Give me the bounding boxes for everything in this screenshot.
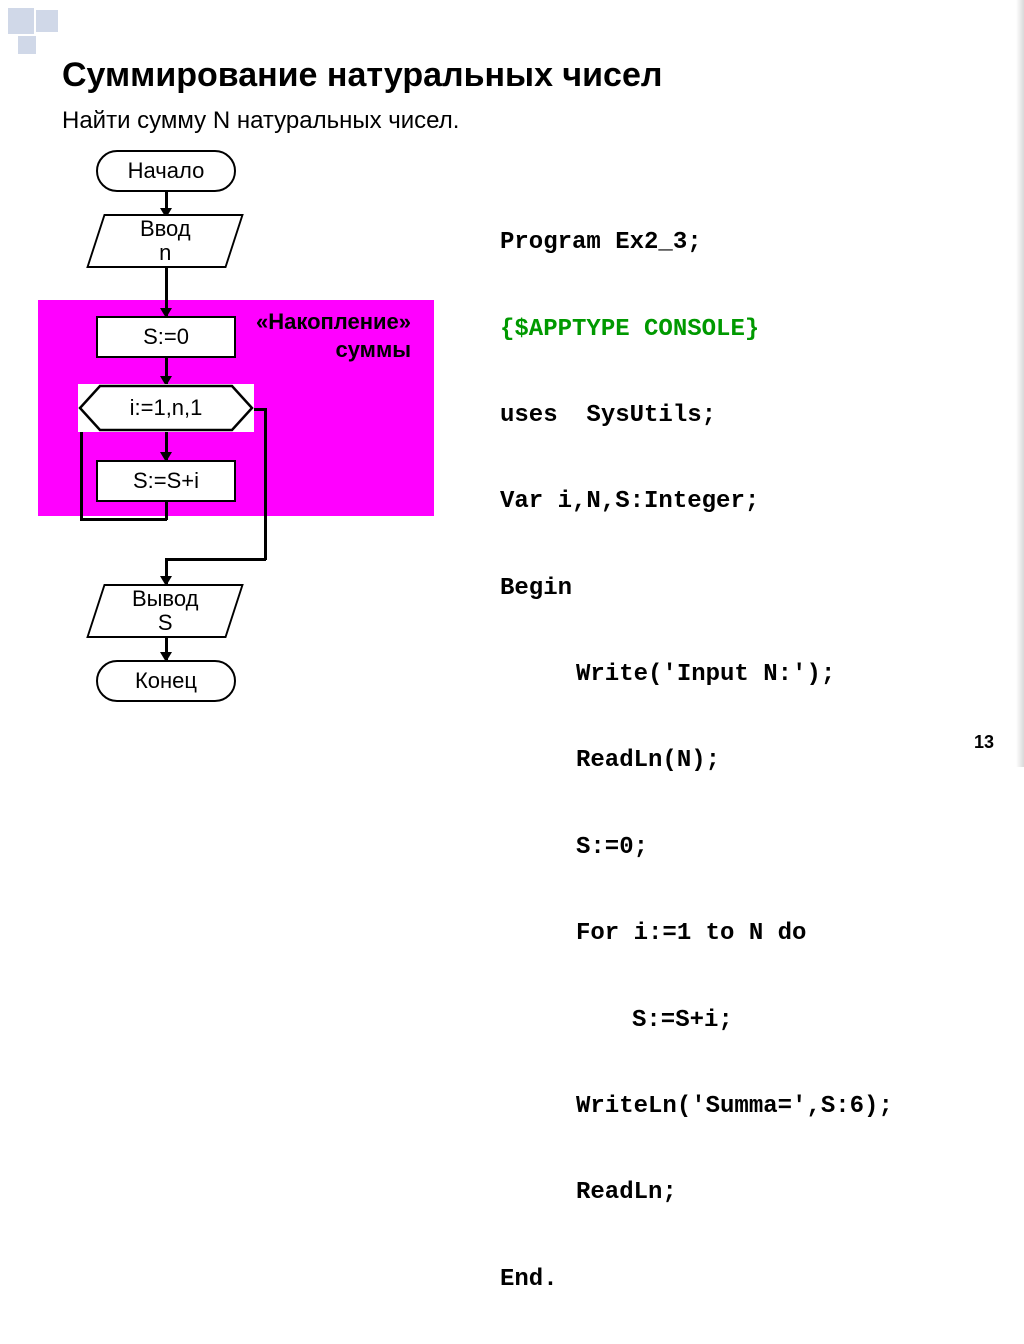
page-shadow: [1016, 0, 1024, 767]
page-title: Суммирование натуральных чисел: [62, 56, 662, 95]
flow-start: Начало: [96, 150, 236, 192]
code-line: S:=S+i;: [500, 999, 893, 1042]
code-line: ReadLn(N);: [500, 739, 893, 782]
code-line: Program Ex2_3;: [500, 221, 893, 264]
subtitle: Найти сумму N натуральных чисел.: [62, 107, 459, 135]
flow-body-label: S:=S+i: [133, 469, 199, 493]
code-line: Var i,N,S:Integer;: [500, 480, 893, 523]
flow-end: Конец: [96, 660, 236, 702]
code-line: For i:=1 to N do: [500, 912, 893, 955]
accumulation-label: «Накопление» суммы: [256, 308, 411, 363]
flow-end-label: Конец: [135, 669, 197, 693]
page-number: 13: [974, 732, 994, 753]
flowchart: «Накопление» суммы Начало Ввод n S:=0 i:…: [38, 150, 448, 710]
deco-square: [8, 8, 34, 34]
accum-line1: «Накопление»: [256, 309, 411, 334]
connector: [80, 518, 167, 521]
flow-start-label: Начало: [128, 159, 205, 183]
code-line: uses SysUtils;: [500, 394, 893, 437]
code-line: Write('Input N:');: [500, 653, 893, 696]
code-line: WriteLn('Summa=',S:6);: [500, 1085, 893, 1128]
source-code: Program Ex2_3; {$APPTYPE CONSOLE} uses S…: [500, 178, 893, 1344]
accum-line2: суммы: [335, 337, 411, 362]
flow-body: S:=S+i: [96, 460, 236, 502]
flow-input-label: Ввод n: [140, 217, 191, 265]
connector: [165, 558, 266, 561]
deco-square: [18, 36, 36, 54]
code-line: S:=0;: [500, 826, 893, 869]
code-line: Begin: [500, 567, 893, 610]
flow-output: Вывод S: [86, 584, 244, 638]
flow-output-label: Вывод S: [132, 587, 199, 635]
connector: [264, 408, 267, 560]
flow-input: Ввод n: [86, 214, 244, 268]
code-line: ReadLn;: [500, 1171, 893, 1214]
flow-init-label: S:=0: [143, 325, 189, 349]
code-line: {$APPTYPE CONSOLE}: [500, 308, 893, 351]
deco-square: [36, 10, 58, 32]
code-line: End.: [500, 1258, 893, 1301]
flow-loop-label: i:=1,n,1: [130, 396, 203, 420]
flow-loop: i:=1,n,1: [78, 384, 254, 432]
flow-init: S:=0: [96, 316, 236, 358]
